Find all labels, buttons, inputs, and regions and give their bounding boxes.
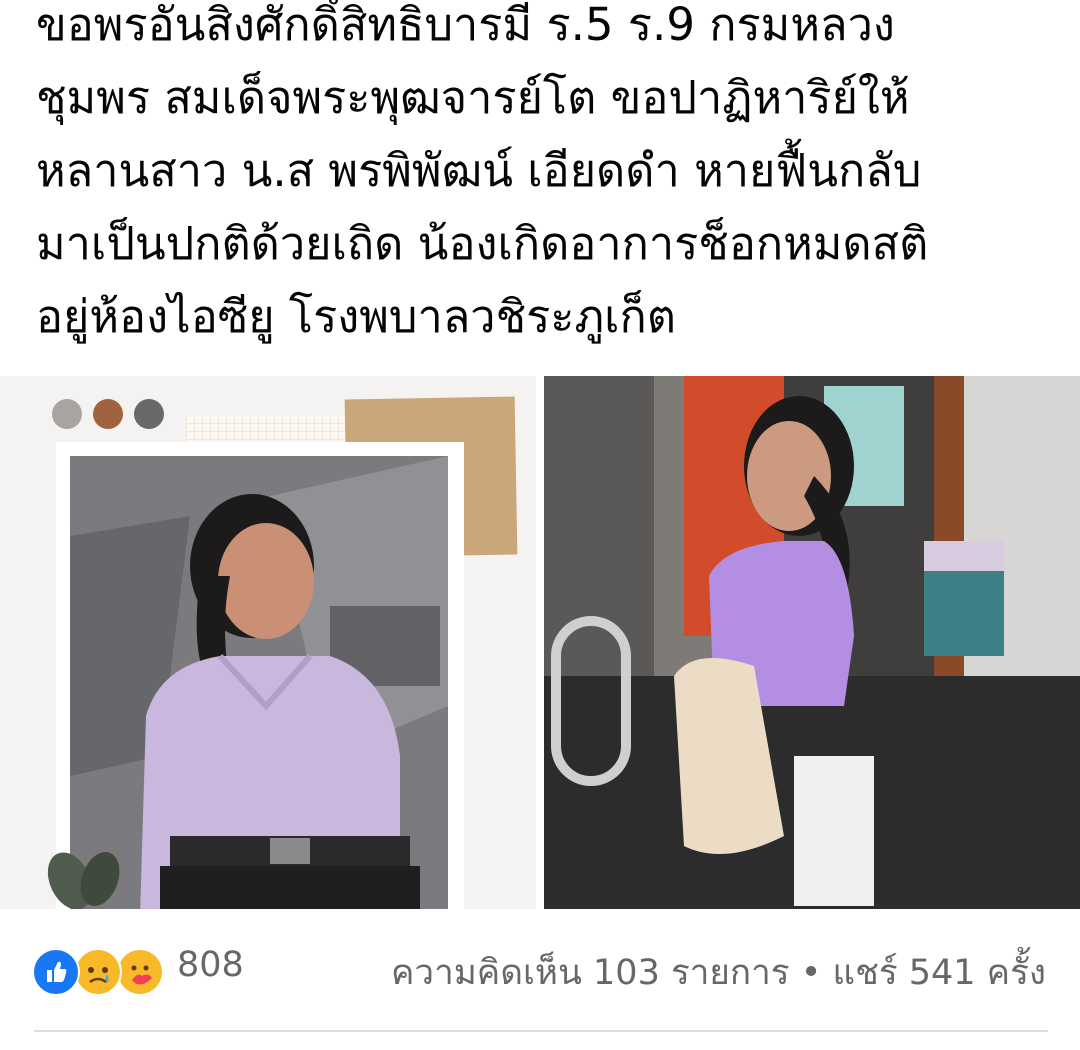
post-text: ขอพรอันสิ่งศักดิ์สิทธิบารมี ร.5 ร.9 กรมห… xyxy=(36,0,1056,353)
photo-grid xyxy=(0,376,1080,909)
comments-link[interactable]: ความคิดเห็น 103 รายการ xyxy=(391,953,790,993)
sad-icon xyxy=(74,948,122,996)
reactions-bar: 808 ความคิดเห็น 103 รายการ • แชร์ 541 คร… xyxy=(0,930,1080,1010)
photo-right[interactable] xyxy=(544,376,1080,909)
reaction-count[interactable]: 808 xyxy=(177,945,244,985)
post-text-line: ขอพรอันสิ่งศักดิ์สิทธิบารมี ร.5 ร.9 กรมห… xyxy=(36,0,895,51)
divider xyxy=(34,1030,1048,1032)
care-icon xyxy=(116,948,164,996)
post-text-line: มาเป็นปกติด้วยเถิด น้องเกิดอาการช็อกหมดส… xyxy=(36,217,929,270)
post-text-line: อยู่ห้องไอซียู โรงพบาลวชิระภูเก็ต xyxy=(36,290,676,343)
leaf-icon xyxy=(47,851,120,909)
decor-dot xyxy=(134,399,164,429)
stats-separator: • xyxy=(800,953,822,993)
photo-left[interactable] xyxy=(0,376,536,909)
shares-link[interactable]: แชร์ 541 ครั้ง xyxy=(833,953,1046,993)
decor-dot xyxy=(93,399,123,429)
portrait-hallway-illustration xyxy=(544,376,1080,909)
like-icon xyxy=(32,948,80,996)
post-text-line: หลานสาว น.ส พรพิพัฒน์ เอียดดำ หายฟื้นกลั… xyxy=(36,144,922,197)
reaction-icons[interactable] xyxy=(32,948,172,996)
post-stats: ความคิดเห็น 103 รายการ • แชร์ 541 ครั้ง xyxy=(391,945,1046,1000)
decor-dot xyxy=(52,399,82,429)
post-text-line: ชุมพร สมเด็จพระพุฒจารย์โต ขอปาฏิหาริย์ให… xyxy=(36,71,910,124)
photo-frame xyxy=(56,442,464,909)
